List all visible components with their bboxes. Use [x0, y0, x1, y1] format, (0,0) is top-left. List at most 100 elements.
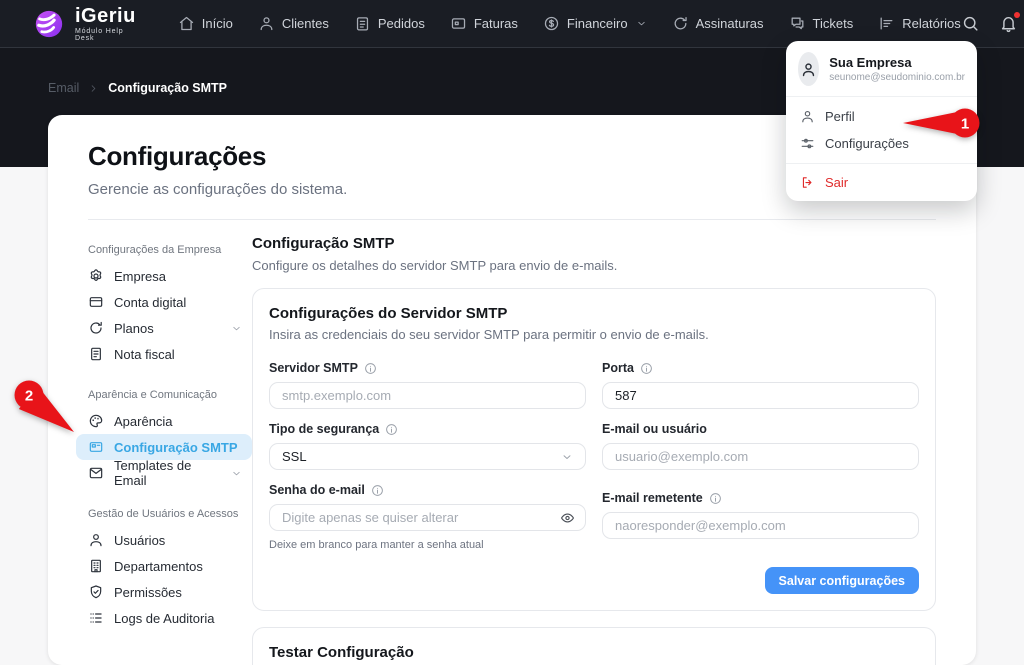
chevron-down-icon [231, 468, 242, 479]
settings-nav-item-empresa[interactable]: Empresa [76, 263, 252, 289]
app-screen: iGeriu Módulo Help Desk Início Clientes … [0, 0, 1024, 665]
smtp-description: Configure os detalhes do servidor SMTP p… [252, 258, 618, 273]
eye-icon[interactable] [560, 510, 575, 525]
chevron-down-icon [636, 18, 647, 29]
sliders-icon [800, 136, 815, 151]
dropdown-avatar [798, 52, 820, 86]
nav-item-inicio[interactable]: Início [178, 15, 233, 32]
panel-subtitle: Insira as credenciais do seu servidor SM… [269, 327, 709, 342]
panel-title: Configurações do Servidor SMTP [269, 305, 508, 322]
brand-logo[interactable]: iGeriu Módulo Help Desk [32, 6, 136, 42]
settings-nav-label: Configuração SMTP [114, 439, 238, 455]
settings-nav-label: Nota fiscal [114, 346, 175, 362]
nav-item-financeiro[interactable]: Financeiro [543, 15, 647, 32]
invoice-icon [450, 15, 467, 32]
smtp-port-input[interactable] [602, 382, 919, 409]
server-icon [88, 439, 104, 455]
nav-item-tickets[interactable]: Tickets [789, 15, 853, 32]
bell-icon[interactable] [999, 12, 1020, 33]
settings-nav-label: Planos [114, 320, 154, 336]
settings-nav-label: Empresa [114, 268, 167, 284]
clipboard-icon [354, 15, 371, 32]
brand-logo-icon [32, 7, 66, 41]
smtp-server-panel: Configurações do Servidor SMTP Insira as… [252, 288, 936, 611]
info-icon[interactable] [385, 423, 398, 436]
menu-item-configuracoes[interactable]: Configurações [786, 130, 977, 157]
info-icon[interactable] [640, 362, 653, 375]
smtp-user-input[interactable] [602, 443, 919, 470]
field-porta: Porta [602, 361, 919, 409]
menu-item-label: Perfil [825, 109, 855, 124]
notification-dot [1013, 12, 1020, 18]
security-type-select[interactable]: SSL [269, 443, 586, 470]
account-email: seunome@seudominio.com.br [829, 72, 965, 83]
info-icon[interactable] [371, 484, 384, 497]
field-tipo-seguranca: Tipo de segurança SSL [269, 422, 586, 470]
mail-icon [88, 465, 104, 481]
nav-item-relatorios[interactable]: Relatórios [878, 15, 961, 32]
breadcrumb-current: Configuração SMTP [108, 81, 228, 95]
nav-item-clientes[interactable]: Clientes [258, 15, 329, 32]
settings-nav-item-configuracao-smtp[interactable]: Configuração SMTP [76, 434, 252, 460]
refresh-icon [88, 320, 104, 336]
user-icon [800, 61, 817, 78]
settings-nav-label: Conta digital [114, 294, 187, 310]
nav-label: Pedidos [377, 16, 425, 31]
settings-nav-item-aparencia[interactable]: Aparência [76, 408, 252, 434]
field-servidor-smtp: Servidor SMTP [269, 361, 586, 409]
settings-nav-item-conta-digital[interactable]: Conta digital [76, 289, 252, 315]
settings-nav-item-templates-email[interactable]: Templates de Email [76, 458, 252, 488]
nav-item-pedidos[interactable]: Pedidos [354, 15, 425, 32]
nav-item-assinaturas[interactable]: Assinaturas [672, 15, 764, 32]
settings-nav-item-logs-auditoria[interactable]: Logs de Auditoria [76, 605, 252, 631]
list-icon [88, 610, 104, 626]
info-icon[interactable] [709, 492, 722, 505]
field-label: E-mail ou usuário [602, 422, 707, 436]
nav-label: Clientes [281, 16, 329, 31]
settings-nav-label: Templates de Email [114, 458, 192, 488]
field-email-remetente: E-mail remetente [602, 491, 919, 551]
settings-nav-item-planos[interactable]: Planos [76, 315, 252, 341]
field-email-usuario: E-mail ou usuário [602, 422, 919, 470]
user-dropdown-menu: Sua Empresa seunome@seudominio.com.br Pe… [786, 41, 977, 201]
search-icon[interactable] [961, 14, 980, 33]
info-icon[interactable] [364, 362, 377, 375]
settings-nav-section-title: Aparência e Comunicação [88, 389, 218, 401]
nav-label: Relatórios [902, 16, 961, 31]
settings-nav-item-departamentos[interactable]: Departamentos [76, 553, 252, 579]
chevron-down-icon [561, 451, 573, 463]
breadcrumb-parent[interactable]: Email [48, 81, 79, 95]
settings-nav-section-title: Configurações da Empresa [88, 244, 222, 256]
smtp-sender-input[interactable] [602, 512, 919, 539]
brand-tagline: Módulo Help Desk [75, 27, 124, 42]
brand-name: iGeriu [75, 4, 136, 27]
save-settings-button[interactable]: Salvar configurações [764, 567, 919, 594]
account-name: Sua Empresa [829, 55, 912, 70]
settings-nav-label: Departamentos [114, 558, 203, 574]
test-config-panel: Testar Configuração Envie um e-mail de t… [252, 627, 936, 665]
settings-nav-item-permissoes[interactable]: Permissões [76, 579, 252, 605]
password-helper-text: Deixe em branco para manter a senha atua… [269, 539, 484, 551]
building-icon [88, 558, 104, 574]
settings-nav: Configurações da Empresa Empresa Conta d… [76, 220, 252, 665]
settings-nav-label: Permissões [114, 584, 182, 600]
nav-item-faturas[interactable]: Faturas [450, 15, 518, 32]
settings-nav-item-nota-fiscal[interactable]: Nota fiscal [76, 341, 252, 367]
nav-label: Faturas [473, 16, 518, 31]
field-label: Porta [602, 361, 634, 375]
menu-item-sair[interactable]: Sair [786, 169, 977, 196]
nav-label: Financeiro [566, 16, 628, 31]
annotation-number: 2 [25, 388, 33, 405]
smtp-server-input[interactable] [269, 382, 586, 409]
settings-nav-item-usuarios[interactable]: Usuários [76, 527, 252, 553]
shield-check-icon [88, 584, 104, 600]
settings-nav-label: Logs de Auditoria [114, 610, 215, 626]
menu-item-label: Sair [825, 175, 849, 190]
smtp-password-input[interactable] [269, 504, 586, 531]
settings-nav-label: Aparência [114, 413, 173, 429]
menu-item-label: Configurações [825, 136, 909, 151]
menu-item-perfil[interactable]: Perfil [786, 103, 977, 130]
logout-icon [800, 175, 815, 190]
user-icon [258, 15, 275, 32]
top-actions [961, 10, 1024, 38]
